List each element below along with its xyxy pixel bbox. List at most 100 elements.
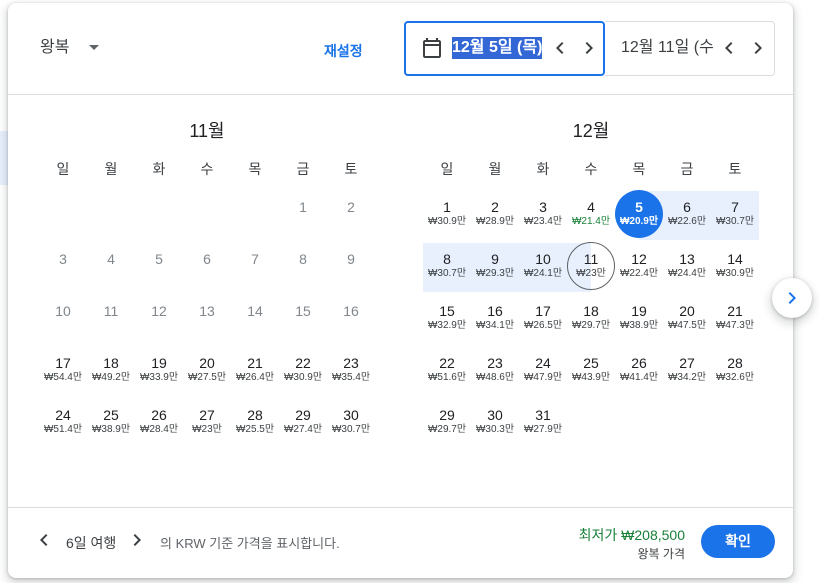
calendar-day[interactable]: 1 ₩30.9만 [423,189,471,241]
day-number: 7 [251,251,259,267]
calendar-day[interactable]: 21 ₩26.4만 [231,345,279,397]
calendar-day[interactable]: 15 ₩32.9만 [423,293,471,345]
day-number: 19 [631,303,647,319]
calendar-day[interactable]: 23 ₩48.6만 [471,345,519,397]
calendar-day[interactable]: 8 ₩30.7만 [423,241,471,293]
selected-return-day[interactable]: 11 ₩23만 [567,241,615,293]
calendar-day[interactable]: 20 ₩27.5만 [183,345,231,397]
chevron-right-icon[interactable] [577,36,601,60]
calendar-day[interactable]: 19 ₩38.9만 [615,293,663,345]
day-number: 12 [631,251,647,267]
calendar-day[interactable]: 28 ₩25.5만 [231,397,279,449]
calendar-day[interactable]: 9 ₩29.3만 [471,241,519,293]
calendar-day[interactable]: 31 ₩27.9만 [519,397,567,449]
calendar-day[interactable]: 22 ₩30.9만 [279,345,327,397]
day-number: 13 [199,303,215,319]
calendar-day[interactable]: 22 ₩51.6만 [423,345,471,397]
day-price: ₩32.6만 [715,372,755,383]
calendar-day[interactable]: 26 ₩41.4만 [615,345,663,397]
calendar-day[interactable]: 19 ₩33.9만 [135,345,183,397]
calendar-day[interactable]: 26 ₩28.4만 [135,397,183,449]
calendar-day[interactable]: 12 ₩22.4만 [615,241,663,293]
calendar-day[interactable]: 21 ₩47.3만 [711,293,759,345]
day-number: 30 [343,407,359,423]
day-number: 23 [487,355,503,371]
day-number: 5 [155,251,163,267]
calendar-day[interactable]: 13 ₩24.4만 [663,241,711,293]
chevron-right-icon[interactable] [125,528,149,552]
day-number: 21 [247,355,263,371]
confirm-button[interactable]: 확인 [701,525,775,558]
calendar-day[interactable]: 20 ₩47.5만 [663,293,711,345]
calendar-week-row: 12 [39,189,375,241]
day-number: 12 [151,303,167,319]
day-number: 7 [731,199,739,215]
calendar-day[interactable]: 17 ₩26.5만 [519,293,567,345]
day-price: ₩30.7만 [331,424,371,435]
day-number: 17 [55,355,71,371]
calendar-day[interactable]: 14 ₩30.9만 [711,241,759,293]
chevron-left-icon[interactable] [548,36,572,60]
calendar-day[interactable]: 27 ₩23만 [183,397,231,449]
day-number: 3 [59,251,67,267]
calendar-day[interactable]: 25 ₩43.9만 [567,345,615,397]
weekday-label: 금 [296,161,310,177]
day-number: 5 [635,199,643,215]
selected-departure-day[interactable]: 5 ₩20.9만 [615,189,663,241]
calendar-day[interactable]: 29 ₩29.7만 [423,397,471,449]
chevron-right-icon[interactable] [746,36,770,60]
calendar-day[interactable]: 7 ₩30.7만 [711,189,759,241]
day-number: 1 [443,199,451,215]
month-title: 11월 [189,121,225,141]
weekday-label: 일 [56,161,70,177]
calendar-day[interactable]: 6 ₩22.6만 [663,189,711,241]
day-number: 28 [727,355,743,371]
calendar-day[interactable]: 10 ₩24.1만 [519,241,567,293]
day-number: 8 [299,251,307,267]
calendar-day[interactable]: 24 ₩47.9만 [519,345,567,397]
calendar-day[interactable]: 16 ₩34.1만 [471,293,519,345]
day-grid: 1 2 3 4 5 6 7 8 9 10 11 12 13 14 15 16 17 ₩54.4만 18 ₩49.2만 1… [39,189,375,449]
next-month-button[interactable] [772,278,812,318]
empty-day-cell [567,397,615,449]
calendar-day[interactable]: 17 ₩54.4만 [39,345,87,397]
calendar-week-row: 24 ₩51.4만 25 ₩38.9만 26 ₩28.4만 27 ₩23만 28 ₩25.5만 29… [39,397,375,449]
day-number: 22 [295,355,311,371]
calendar-day: 7 [231,241,279,293]
day-number: 2 [347,199,355,215]
trip-type-dropdown[interactable]: 왕복 [26,30,116,66]
day-number: 15 [295,303,311,319]
weekday-label: 토 [728,161,742,177]
calendar-day[interactable]: 2 ₩28.9만 [471,189,519,241]
departure-date-input[interactable]: 12월 5일 (목) [404,21,605,76]
calendar-day[interactable]: 29 ₩27.4만 [279,397,327,449]
calendar-day[interactable]: 27 ₩34.2만 [663,345,711,397]
day-number: 11 [103,303,119,319]
return-date-input[interactable]: 12월 11일 (수 [605,21,775,76]
calendar-day[interactable]: 3 ₩23.4만 [519,189,567,241]
calendar-day[interactable]: 23 ₩35.4만 [327,345,375,397]
return-date-value: 12월 11일 (수 [621,39,714,56]
calendar-day[interactable]: 4 ₩21.4만 [567,189,615,241]
calendar-day[interactable]: 30 ₩30.3만 [471,397,519,449]
departure-date-value: 12월 5일 (목) [452,37,543,59]
calendar-day[interactable]: 30 ₩30.7만 [327,397,375,449]
calendar-day[interactable]: 18 ₩49.2만 [87,345,135,397]
chevron-left-icon[interactable] [717,36,741,60]
day-number: 19 [151,355,167,371]
calendar-day: 5 [135,241,183,293]
calendar-day[interactable]: 24 ₩51.4만 [39,397,87,449]
empty-day-cell [135,189,183,241]
calendar-day[interactable]: 18 ₩29.7만 [567,293,615,345]
chevron-left-icon[interactable] [32,528,56,552]
calendar-day[interactable]: 25 ₩38.9만 [87,397,135,449]
day-number: 2 [491,199,499,215]
day-number: 21 [727,303,743,319]
day-number: 14 [727,251,743,267]
calendar-day: 11 [87,293,135,345]
weekday-label: 토 [344,161,358,177]
calendar-day[interactable]: 28 ₩32.6만 [711,345,759,397]
price-type-label: 왕복 가격 [637,547,686,561]
calendar-day: 6 [183,241,231,293]
reset-button[interactable]: 재설정 [324,42,363,60]
